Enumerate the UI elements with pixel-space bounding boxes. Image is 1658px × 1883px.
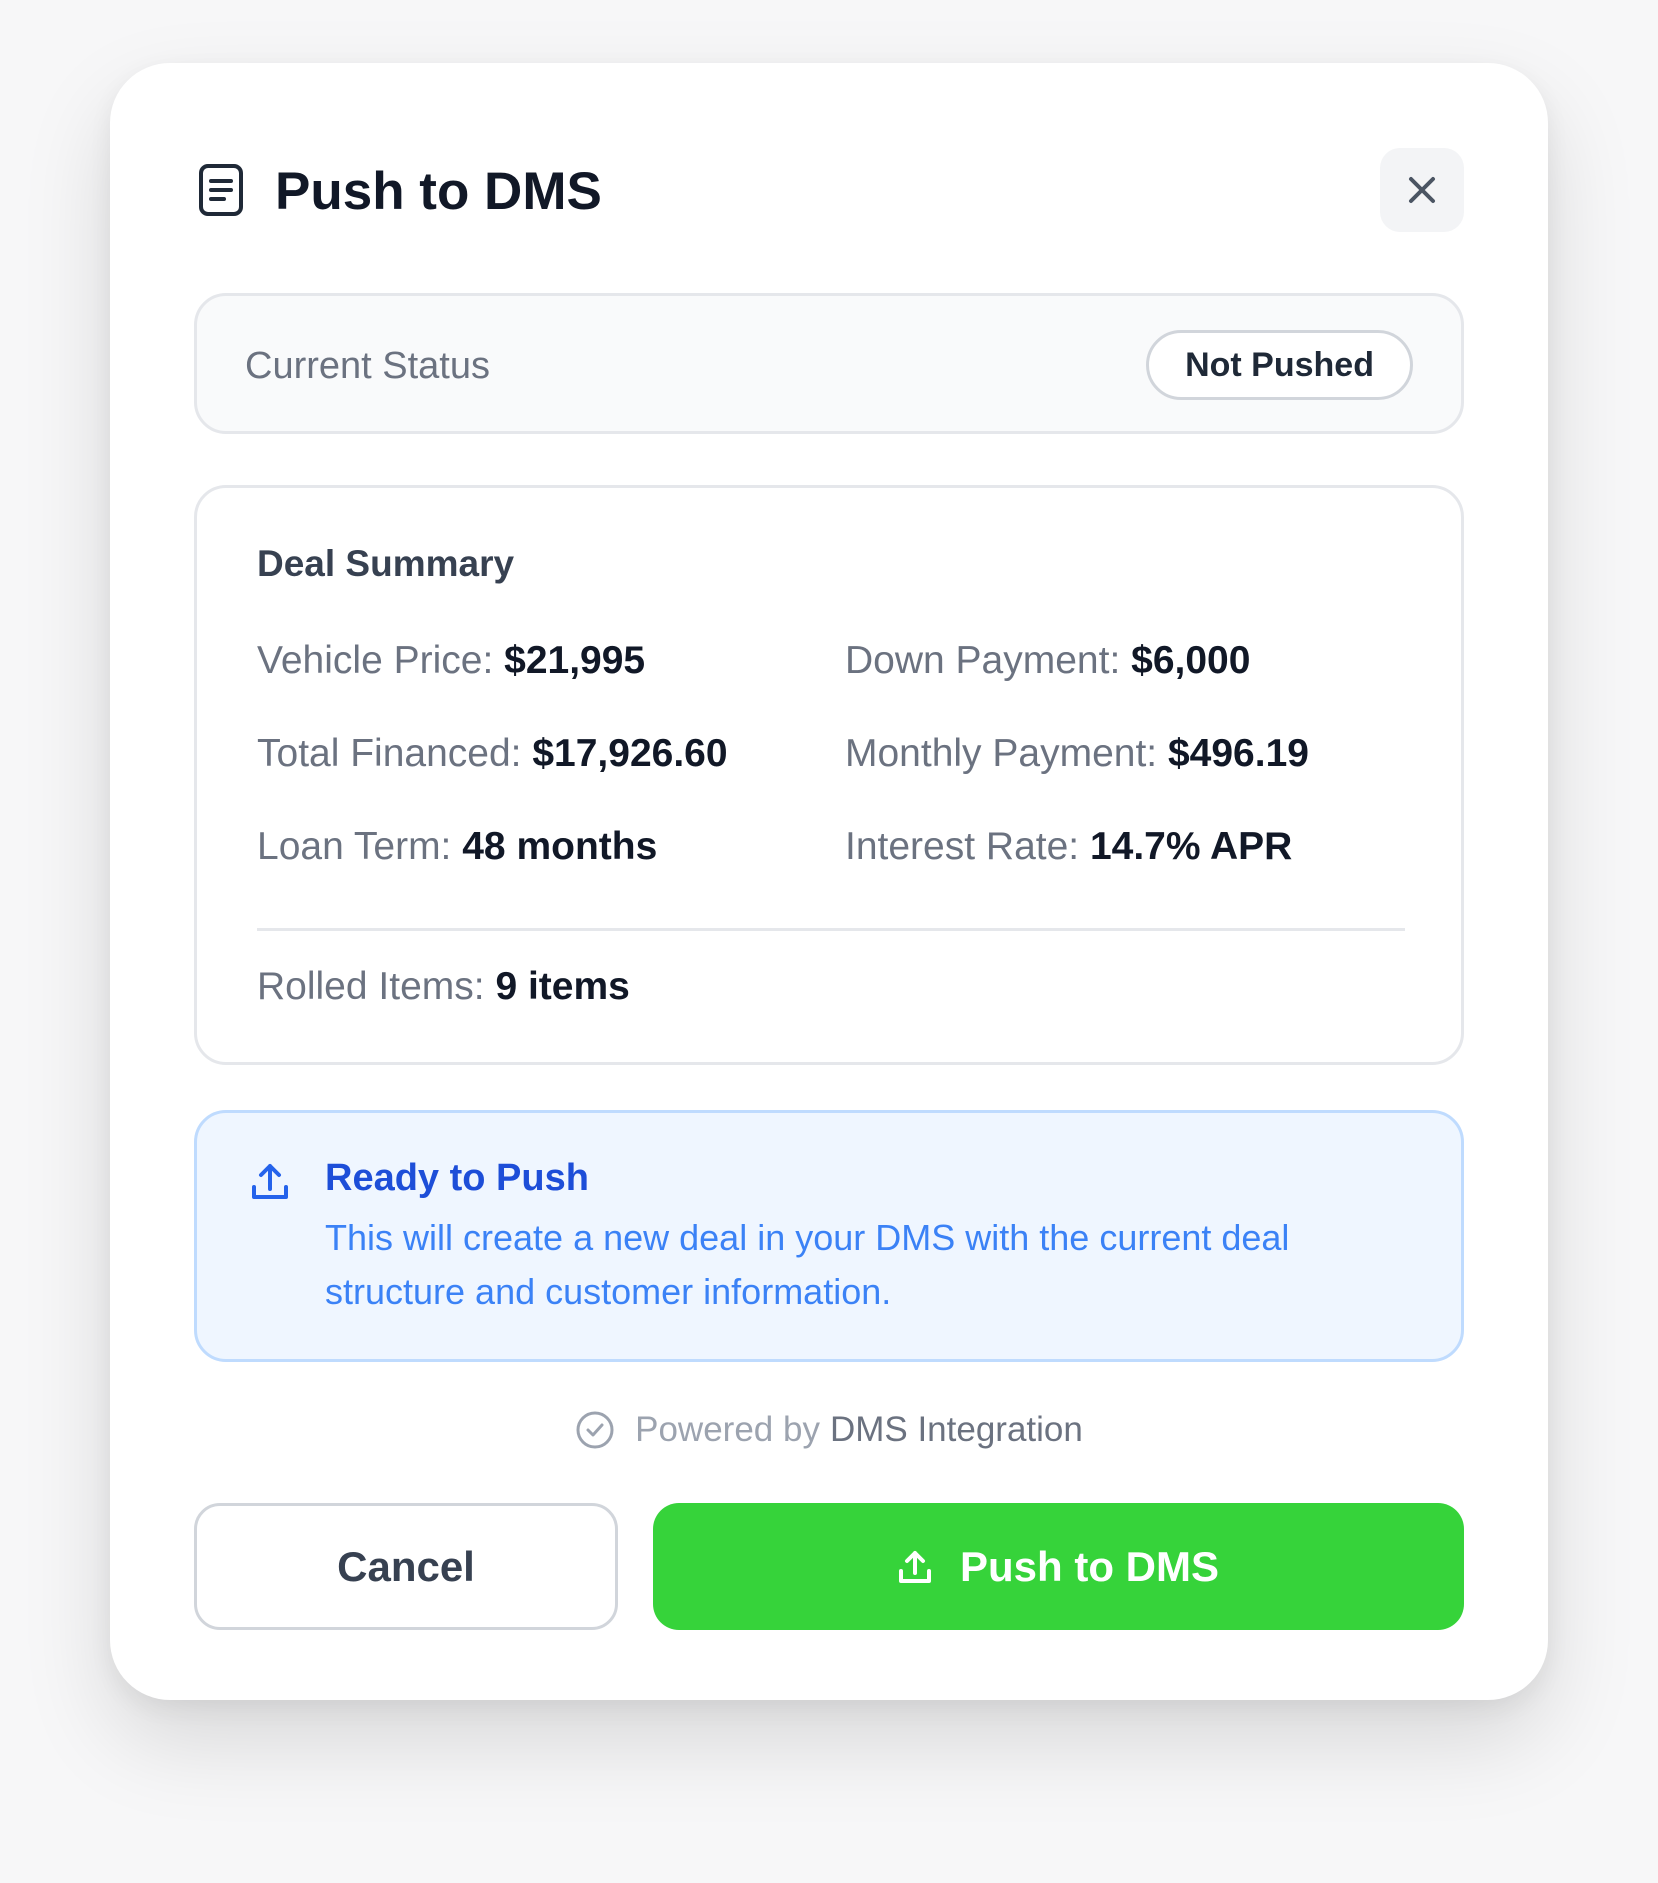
- field-label: Total Financed:: [257, 732, 522, 775]
- deal-summary-title: Deal Summary: [257, 543, 515, 584]
- check-circle-icon: [576, 1411, 614, 1449]
- powered-by-prefix: Powered by: [635, 1410, 820, 1449]
- field-value: $6,000: [1131, 639, 1251, 682]
- deal-summary-panel: Deal Summary Vehicle Price: $21,995 Down…: [194, 485, 1464, 1065]
- upload-icon: [899, 1550, 931, 1583]
- field-label: Down Payment:: [845, 639, 1121, 682]
- loan-term-field: Loan Term: 48 months: [257, 824, 657, 870]
- upload-icon: [252, 1164, 288, 1199]
- down-payment-field: Down Payment: $6,000: [845, 638, 1250, 684]
- push-to-dms-dialog: Push to DMS Current Status Not Pushed De…: [110, 63, 1548, 1700]
- status-label: Current Status: [245, 345, 490, 387]
- field-label: Interest Rate:: [845, 825, 1080, 868]
- notice-title: Ready to Push: [325, 1157, 589, 1199]
- field-value: $496.19: [1167, 732, 1309, 775]
- field-value: 14.7% APR: [1089, 825, 1293, 868]
- ready-to-push-notice: Ready to Push This will create a new dea…: [194, 1110, 1464, 1362]
- vehicle-price-field: Vehicle Price: $21,995: [257, 638, 645, 684]
- summary-divider: [257, 928, 1405, 931]
- notice-text: This will create a new deal in your DMS …: [325, 1217, 1290, 1312]
- field-value: $17,926.60: [532, 732, 728, 775]
- push-to-dms-button[interactable]: Push to DMS: [653, 1503, 1464, 1630]
- powered-by-brand: DMS Integration: [829, 1410, 1083, 1449]
- monthly-payment-field: Monthly Payment: $496.19: [845, 731, 1309, 777]
- powered-by: Powered by DMS Integration: [110, 1408, 1548, 1452]
- field-value: 48 months: [462, 825, 658, 868]
- field-label: Loan Term:: [257, 825, 452, 868]
- field-label: Vehicle Price:: [257, 639, 494, 682]
- dialog-title: Push to DMS: [275, 162, 602, 221]
- field-label: Rolled Items:: [257, 965, 485, 1008]
- close-button[interactable]: [1380, 148, 1464, 232]
- field-value: $21,995: [504, 639, 646, 682]
- rolled-items-field: Rolled Items: 9 items: [257, 964, 630, 1010]
- field-value: 9 items: [495, 965, 630, 1008]
- field-label: Monthly Payment:: [845, 732, 1158, 775]
- status-badge: Not Pushed: [1146, 330, 1413, 400]
- close-icon: [1409, 177, 1435, 203]
- current-status-panel: Current Status Not Pushed: [194, 293, 1464, 434]
- push-button-label: Push to DMS: [960, 1542, 1219, 1590]
- interest-rate-field: Interest Rate: 14.7% APR: [845, 824, 1292, 870]
- document-icon: [199, 164, 243, 216]
- cancel-button[interactable]: Cancel: [194, 1503, 618, 1630]
- total-financed-field: Total Financed: $17,926.60: [257, 731, 728, 777]
